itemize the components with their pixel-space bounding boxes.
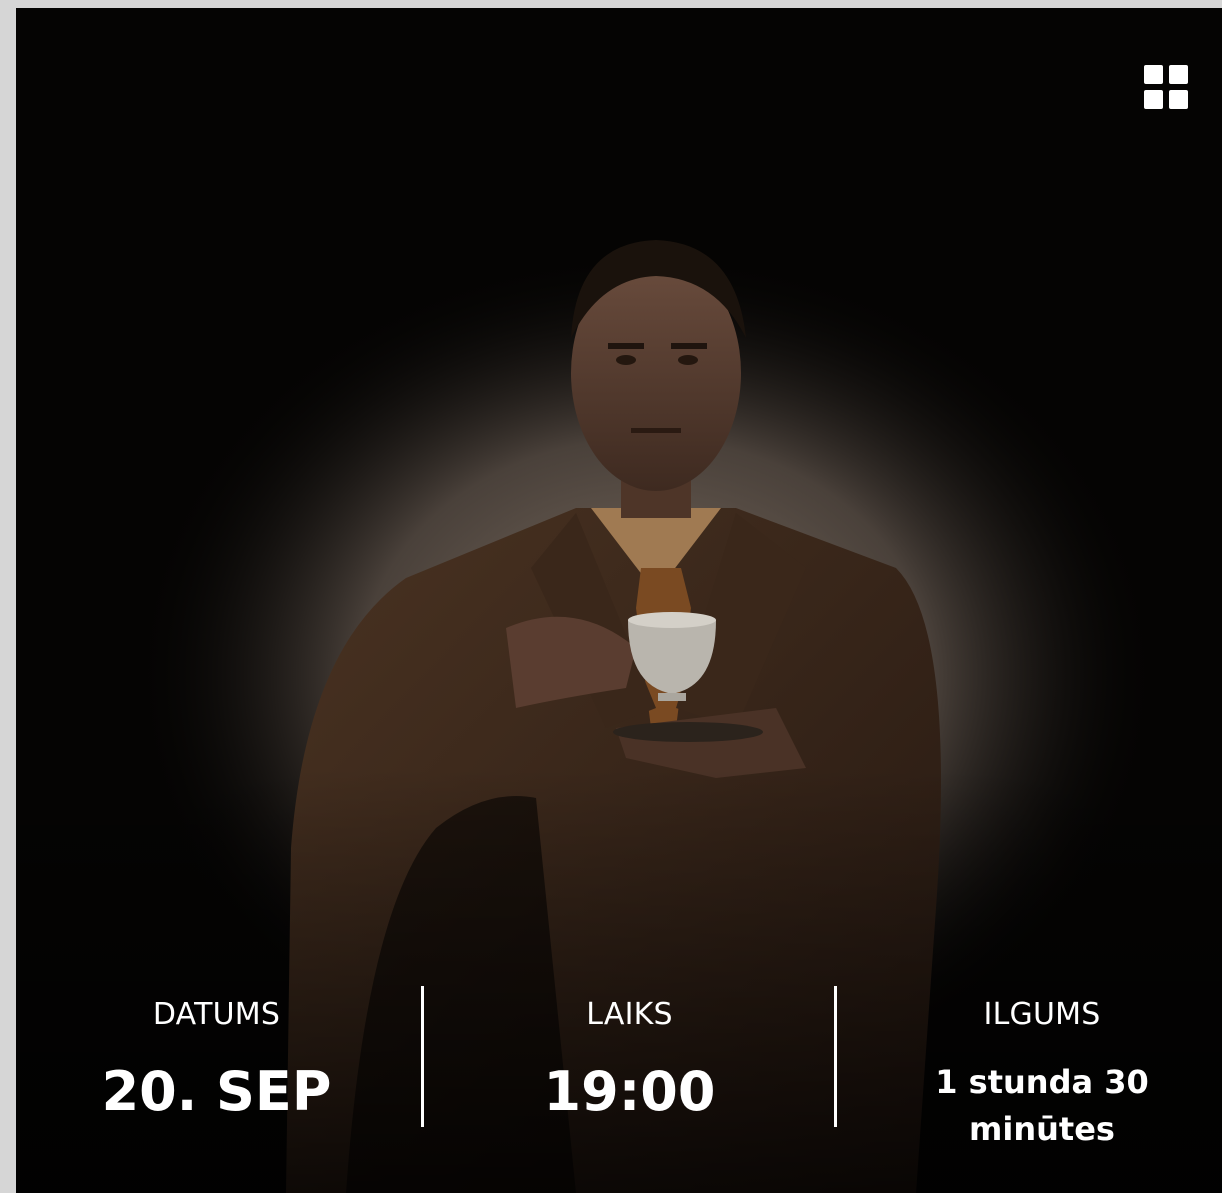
grid-menu-icon[interactable] xyxy=(1144,65,1190,111)
event-hero-frame: DATUMS 20. SEP LAIKS 19:00 ILGUMS 1 stun… xyxy=(16,8,1222,1193)
duration-value: 1 stunda 30 minūtes xyxy=(935,1063,1149,1148)
time-value: 19:00 xyxy=(543,1060,716,1123)
time-block: LAIKS 19:00 xyxy=(429,983,830,1153)
date-label: DATUMS xyxy=(152,997,281,1032)
divider-right xyxy=(834,986,837,1127)
time-label: LAIKS xyxy=(586,997,673,1032)
event-info-bar: DATUMS 20. SEP LAIKS 19:00 ILGUMS 1 stun… xyxy=(16,983,1222,1153)
date-block: DATUMS 20. SEP xyxy=(16,983,417,1153)
duration-label: ILGUMS xyxy=(983,997,1101,1032)
divider-left xyxy=(421,986,424,1127)
duration-block: ILGUMS 1 stunda 30 minūtes xyxy=(842,983,1222,1153)
date-value: 20. SEP xyxy=(101,1060,332,1123)
